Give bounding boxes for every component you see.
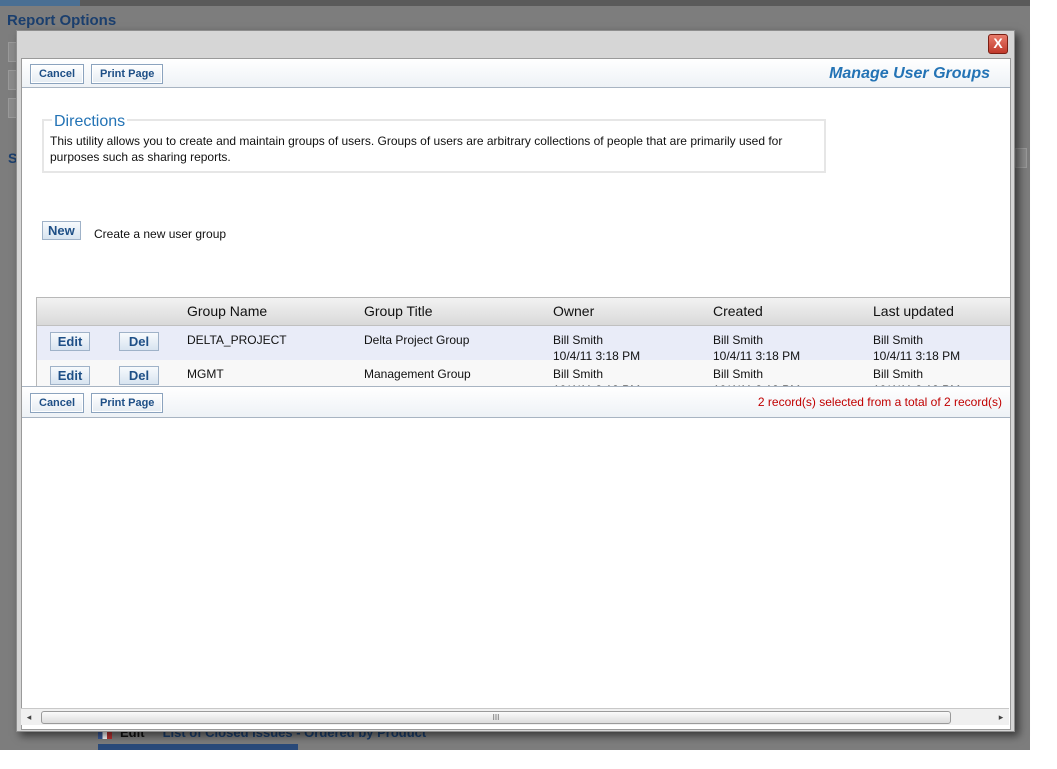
- owner-name: Bill Smith: [553, 367, 604, 381]
- table-row: Edit Del DELTA_PROJECT Delta Project Gro…: [37, 326, 1010, 363]
- column-header-owner[interactable]: Owner: [553, 303, 594, 319]
- edit-button[interactable]: Edit: [50, 366, 90, 385]
- manage-user-groups-dialog: X Cancel Print Page Manage User Groups D…: [16, 30, 1015, 732]
- background-report-row-partial: [98, 744, 298, 750]
- created-name: Bill Smith: [713, 367, 764, 381]
- group-name-cell: MGMT: [187, 367, 224, 381]
- background-tab: [0, 0, 80, 6]
- bottom-toolbar: Cancel Print Page 2 record(s) selected f…: [22, 386, 1010, 418]
- new-group-button[interactable]: New: [42, 221, 81, 240]
- cancel-button[interactable]: Cancel: [30, 64, 85, 84]
- background-title: Report Options: [7, 12, 117, 29]
- directions-text: This utility allows you to create and ma…: [50, 134, 783, 164]
- delete-button[interactable]: Del: [119, 366, 159, 385]
- column-header-group-name[interactable]: Group Name: [187, 303, 267, 319]
- background-field: [1015, 148, 1027, 168]
- updated-name: Bill Smith: [873, 367, 924, 381]
- print-page-button[interactable]: Print Page: [91, 64, 164, 84]
- print-page-button[interactable]: Print Page: [91, 393, 164, 413]
- group-title-cell: Delta Project Group: [364, 333, 470, 347]
- directions-legend: Directions: [52, 113, 128, 131]
- column-header-last-updated[interactable]: Last updated: [873, 303, 954, 319]
- edit-button[interactable]: Edit: [50, 332, 90, 351]
- scroll-right-arrow-icon[interactable]: ▸: [993, 709, 1009, 725]
- directions-box: Directions This utility allows you to cr…: [42, 113, 826, 173]
- group-name-cell: DELTA_PROJECT: [187, 333, 287, 347]
- page-title: Manage User Groups: [829, 65, 990, 82]
- table-header: Group Name Group Title Owner Created Las…: [37, 298, 1010, 326]
- scrollbar-thumb[interactable]: III: [41, 711, 951, 724]
- delete-button[interactable]: Del: [119, 332, 159, 351]
- column-header-group-title[interactable]: Group Title: [364, 303, 432, 319]
- group-title-cell: Management Group: [364, 367, 471, 381]
- dialog-content: Cancel Print Page Manage User Groups Dir…: [21, 58, 1011, 730]
- horizontal-scrollbar[interactable]: ◂ III ▸: [21, 708, 1009, 725]
- records-status: 2 record(s) selected from a total of 2 r…: [757, 395, 1002, 409]
- scroll-left-arrow-icon[interactable]: ◂: [21, 709, 37, 725]
- background-topbar: [0, 0, 1030, 6]
- created-name: Bill Smith: [713, 333, 764, 347]
- updated-name: Bill Smith: [873, 333, 924, 347]
- new-group-description: Create a new user group: [94, 227, 227, 241]
- column-header-created[interactable]: Created: [713, 303, 763, 319]
- top-toolbar: Cancel Print Page Manage User Groups: [22, 59, 1010, 88]
- owner-name: Bill Smith: [553, 333, 604, 347]
- close-icon[interactable]: X: [988, 34, 1008, 54]
- cancel-button[interactable]: Cancel: [30, 393, 85, 413]
